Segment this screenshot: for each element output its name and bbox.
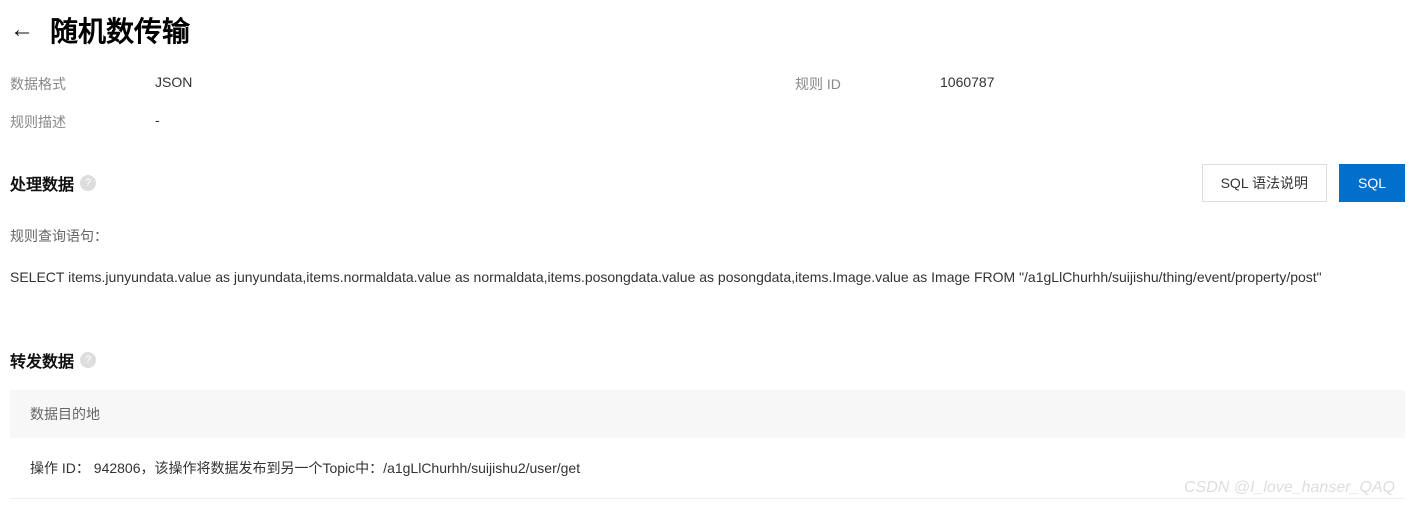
query-statement-label: 规则查询语句： bbox=[10, 226, 1405, 246]
process-buttons: SQL 语法说明 SQL bbox=[1202, 164, 1405, 202]
forward-title-group: 转发数据 ? bbox=[10, 348, 1405, 372]
process-title-group: 处理数据 ? bbox=[10, 171, 96, 195]
rule-desc-label: 规则描述 bbox=[10, 112, 155, 132]
page-title: 随机数传输 bbox=[50, 10, 190, 50]
process-data-title: 处理数据 bbox=[10, 171, 74, 195]
data-format-label: 数据格式 bbox=[10, 74, 155, 94]
data-destination-header: 数据目的地 bbox=[10, 390, 1405, 438]
forward-data-title: 转发数据 bbox=[10, 348, 74, 372]
sql-query-text: SELECT items.junyundata.value as junyund… bbox=[10, 266, 1405, 288]
rule-desc-value: - bbox=[155, 112, 795, 132]
sql-button[interactable]: SQL bbox=[1339, 164, 1405, 202]
data-format-value: JSON bbox=[155, 74, 795, 94]
rule-id-label: 规则 ID bbox=[795, 74, 940, 94]
back-arrow-icon[interactable]: ← bbox=[10, 16, 34, 44]
process-section-header: 处理数据 ? SQL 语法说明 SQL bbox=[10, 164, 1405, 202]
page-header: ← 随机数传输 bbox=[10, 10, 1405, 50]
rule-id-value: 1060787 bbox=[940, 74, 1405, 94]
sql-help-button[interactable]: SQL 语法说明 bbox=[1202, 164, 1327, 202]
meta-info-grid: 数据格式 JSON 规则 ID 1060787 规则描述 - bbox=[10, 74, 1405, 132]
operation-row: 操作 ID： 942806，该操作将数据发布到另一个Topic中：/a1gLlC… bbox=[10, 438, 1405, 499]
help-icon[interactable]: ? bbox=[80, 352, 96, 368]
forward-data-section: 转发数据 ? 数据目的地 操作 ID： 942806，该操作将数据发布到另一个T… bbox=[10, 348, 1405, 499]
help-icon[interactable]: ? bbox=[80, 175, 96, 191]
